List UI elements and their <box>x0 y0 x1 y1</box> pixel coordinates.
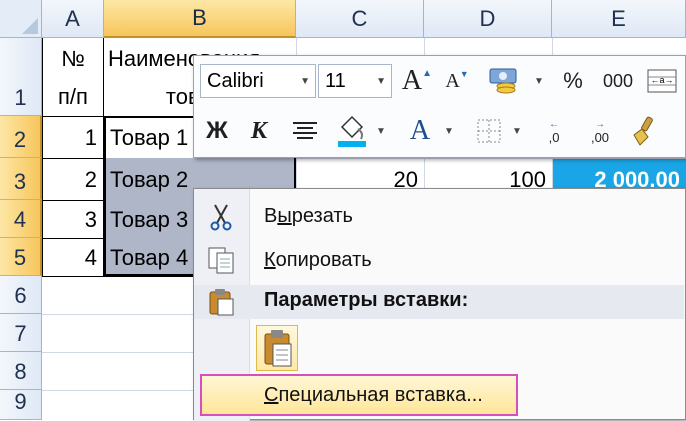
menu-item-cut-label: Вырезать <box>264 205 353 227</box>
row-header-6[interactable]: 6 <box>0 276 42 314</box>
chevron-down-icon[interactable]: ▼ <box>444 126 454 137</box>
font-name-value: Calibri <box>207 69 264 92</box>
row-header-4[interactable]: 4 <box>0 200 42 238</box>
menu-item-copy[interactable]: Копировать <box>194 243 684 279</box>
scissors-icon <box>208 203 234 237</box>
context-menu: Вырезать Копировать Параметры вставки: С… <box>193 188 686 421</box>
chevron-down-icon[interactable]: ▼ <box>534 76 544 87</box>
borders-button[interactable] <box>472 114 506 148</box>
menu-item-cut[interactable]: Вырезать <box>194 199 684 235</box>
thousands-button[interactable]: 000 <box>598 64 638 98</box>
font-name-field[interactable]: Calibri ▼ <box>200 64 316 98</box>
grow-font-button[interactable]: A ▲ <box>400 64 434 98</box>
paste-clipboard-icon <box>206 287 236 323</box>
chevron-down-icon[interactable]: ▼ <box>376 76 386 87</box>
chevron-down-icon[interactable]: ▼ <box>376 126 386 137</box>
column-header-e[interactable]: E <box>552 0 686 38</box>
font-size-value: 11 <box>325 69 346 92</box>
paste-icon <box>264 330 292 367</box>
paste-button[interactable] <box>256 325 298 371</box>
menu-item-copy-label: Копировать <box>264 249 372 271</box>
cell-a2[interactable]: 1 <box>43 117 103 158</box>
cell-a3[interactable]: 2 <box>43 159 103 200</box>
row-header-3[interactable]: 3 <box>0 158 42 200</box>
paste-options-header: Параметры вставки: <box>194 285 684 319</box>
row-header-7[interactable]: 7 <box>0 314 42 352</box>
cell-a1-top[interactable]: № <box>43 40 103 78</box>
increase-decimal-label: ,0 <box>548 130 560 145</box>
align-center-icon <box>293 122 317 139</box>
chevron-down-icon[interactable]: ▼ <box>512 126 522 137</box>
merge-center-button[interactable]: ←a→ <box>644 64 680 98</box>
decrease-decimal-label: ,00 <box>590 130 610 145</box>
select-all-corner[interactable] <box>0 0 42 38</box>
svg-text:←a→: ←a→ <box>650 75 673 85</box>
fill-color-button[interactable] <box>332 112 372 150</box>
bold-button[interactable]: Ж <box>200 114 234 148</box>
column-header-c[interactable]: C <box>296 0 424 38</box>
currency-icon <box>489 68 517 94</box>
font-color-button[interactable]: A <box>400 112 440 150</box>
increase-decimal-button[interactable]: ← ,0 <box>534 114 574 148</box>
number-format-button[interactable] <box>484 64 528 98</box>
paint-bucket-icon <box>338 115 366 147</box>
mini-toolbar: Calibri ▼ 11 ▼ A ▲ A ▼ ▼ % 000 ←a→ Ж К ▼… <box>193 55 686 158</box>
row-header-8[interactable]: 8 <box>0 352 42 390</box>
align-center-button[interactable] <box>288 114 322 148</box>
italic-button[interactable]: К <box>242 114 276 148</box>
paintbrush-icon <box>633 116 653 146</box>
shrink-font-icon: A <box>445 69 460 92</box>
column-header-b[interactable]: B <box>104 0 296 38</box>
font-color-icon: A <box>409 115 431 146</box>
row-header-9[interactable]: 9 <box>0 389 42 420</box>
borders-icon <box>477 119 501 143</box>
paste-options-title: Параметры вставки: <box>264 289 469 311</box>
row-header-5[interactable]: 5 <box>0 238 42 276</box>
chevron-down-icon[interactable]: ▼ <box>300 76 310 87</box>
column-header-a[interactable]: A <box>42 0 104 38</box>
shrink-font-button[interactable]: A ▼ <box>440 64 474 98</box>
cell-a4[interactable]: 3 <box>43 201 103 238</box>
menu-item-paste-special[interactable]: Специальная вставка... <box>200 374 518 416</box>
merge-icon: ←a→ <box>647 69 677 93</box>
column-header-d[interactable]: D <box>424 0 552 38</box>
row-header-2[interactable]: 2 <box>0 116 42 158</box>
decrease-decimal-button[interactable]: → ,00 <box>580 114 620 148</box>
cell-a5[interactable]: 4 <box>43 239 103 276</box>
font-size-field[interactable]: 11 ▼ <box>318 64 392 98</box>
percent-button[interactable]: % <box>556 64 590 98</box>
cell-a1-bottom[interactable]: п/п <box>43 78 103 116</box>
menu-item-paste-special-label: Специальная вставка... <box>264 384 483 406</box>
row-header-1[interactable]: 1 <box>0 38 42 116</box>
grow-font-icon: A <box>401 65 423 96</box>
format-painter-button[interactable] <box>626 112 664 150</box>
copy-icon <box>206 245 236 281</box>
